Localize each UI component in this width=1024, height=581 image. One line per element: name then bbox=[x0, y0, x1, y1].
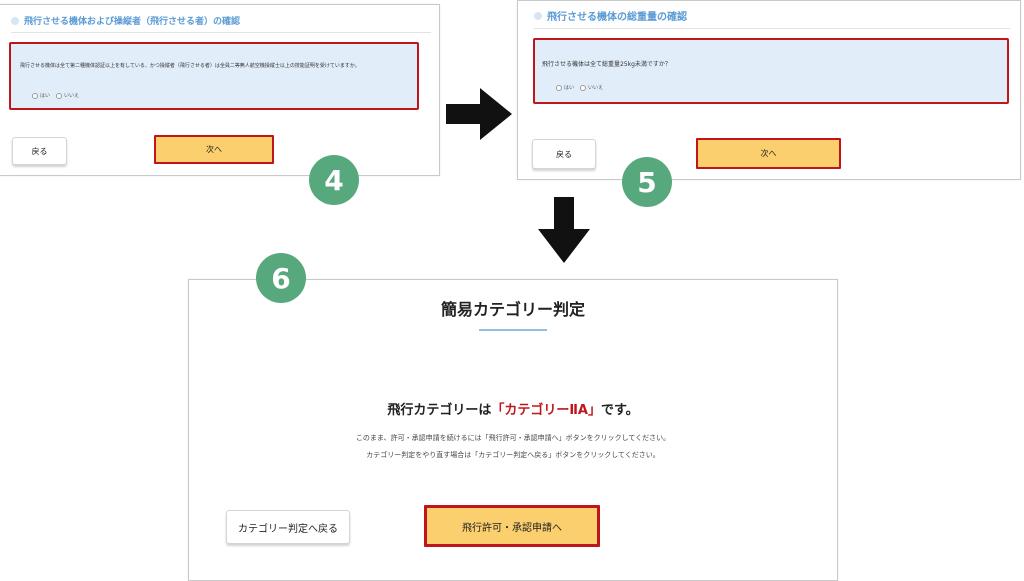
step4-next-button[interactable]: 次へ bbox=[154, 135, 274, 164]
step6-note-line2: カテゴリー判定をやり直す場合は「カテゴリー判定へ戻る」ボタンをクリックしてくださ… bbox=[366, 451, 660, 459]
step4-badge: 4 bbox=[309, 155, 359, 205]
step5-radio-group: はい いいえ bbox=[556, 84, 603, 91]
step6-result-category: 「カテゴリーⅡA」 bbox=[491, 403, 601, 418]
back-to-category-button[interactable]: カテゴリー判定へ戻る bbox=[226, 510, 350, 544]
step5-question-text: 飛行させる機体は全て総重量25kg未満ですか？ bbox=[542, 61, 671, 68]
radio-circle-icon[interactable] bbox=[32, 92, 38, 99]
step6-panel: 簡易カテゴリー判定 飛行カテゴリーは「カテゴリーⅡA」です。 このまま、許可・承… bbox=[188, 279, 838, 581]
step5-section-title: 飛行させる機体の総重量の確認 bbox=[534, 8, 687, 23]
step4-panel: 飛行させる機体および操縦者（飛行させる者）の確認 飛行させる機体は全て第二種機体… bbox=[0, 4, 440, 176]
step6-result-suffix: です。 bbox=[600, 403, 639, 418]
step5-divider bbox=[534, 28, 1010, 29]
step5-question-box: 飛行させる機体は全て総重量25kg未満ですか？ はい いいえ bbox=[533, 38, 1009, 104]
down-arrow-icon bbox=[538, 197, 590, 263]
step4-section-title: 飛行させる機体および操縦者（飛行させる者）の確認 bbox=[11, 14, 240, 27]
step4-radio-yes[interactable]: はい bbox=[32, 92, 50, 99]
step5-radio-no[interactable]: いいえ bbox=[580, 84, 603, 91]
step5-section-title-text: 飛行させる機体の総重量の確認 bbox=[547, 12, 687, 23]
step5-panel: 飛行させる機体の総重量の確認 飛行させる機体は全て総重量25kg未満ですか？ は… bbox=[517, 0, 1021, 180]
step4-radio-group: はい いいえ bbox=[32, 92, 79, 99]
right-arrow-icon bbox=[446, 88, 512, 140]
step4-question-text: 飛行させる機体は全て第二種機体認証以上を有している、かつ操縦者（飛行させる者）は… bbox=[20, 63, 360, 69]
step6-result-text: 飛行カテゴリーは「カテゴリーⅡA」です。 bbox=[189, 399, 837, 418]
section-bullet-icon bbox=[11, 16, 19, 25]
apply-permission-button[interactable]: 飛行許可・承認申請へ bbox=[424, 505, 600, 547]
step4-back-button[interactable]: 戻る bbox=[12, 137, 67, 165]
step5-radio-no-label: いいえ bbox=[588, 85, 604, 91]
step6-result-prefix: 飛行カテゴリーは bbox=[387, 403, 492, 418]
radio-circle-icon[interactable] bbox=[556, 84, 562, 91]
step5-radio-yes[interactable]: はい bbox=[556, 84, 574, 91]
step4-divider bbox=[11, 32, 431, 33]
radio-circle-icon[interactable] bbox=[580, 84, 587, 91]
step6-badge: 6 bbox=[256, 253, 306, 303]
step5-badge: 5 bbox=[622, 157, 672, 207]
step6-title-underline bbox=[479, 329, 547, 331]
step4-radio-yes-label: はい bbox=[40, 93, 51, 99]
step4-radio-no[interactable]: いいえ bbox=[56, 92, 79, 99]
step4-radio-no-label: いいえ bbox=[64, 93, 80, 99]
step6-note-line1: このまま、許可・承認申請を続けるには「飛行許可・承認申請へ」ボタンをクリックして… bbox=[355, 434, 671, 442]
step4-question-box: 飛行させる機体は全て第二種機体認証以上を有している、かつ操縦者（飛行させる者）は… bbox=[9, 42, 419, 110]
section-bullet-icon bbox=[534, 11, 542, 20]
radio-circle-icon[interactable] bbox=[56, 92, 63, 99]
step5-back-button[interactable]: 戻る bbox=[532, 139, 596, 169]
step5-next-button[interactable]: 次へ bbox=[696, 138, 841, 169]
step4-section-title-text: 飛行させる機体および操縦者（飛行させる者）の確認 bbox=[24, 17, 241, 27]
step5-radio-yes-label: はい bbox=[564, 85, 575, 91]
